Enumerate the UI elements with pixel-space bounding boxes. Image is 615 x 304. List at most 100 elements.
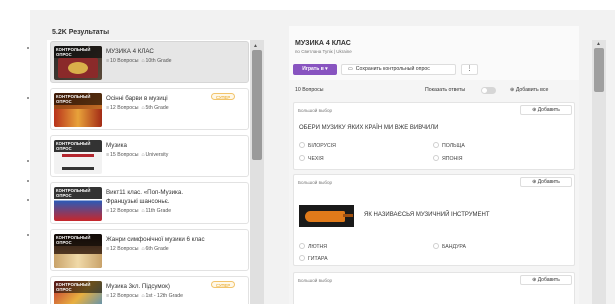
quiz-thumbnail: КОНТРОЛЬНЫЙ ОПРОС (54, 46, 102, 80)
result-card[interactable]: КОНТРОЛЬНЫЙ ОПРОС МУЗИКА 4 КЛАС ≡10 Вопр… (50, 41, 249, 83)
quiz-type-tag: КОНТРОЛЬНЫЙ ОПРОС (54, 46, 102, 58)
nav-dot[interactable] (27, 199, 29, 201)
answer-option: ГИТАРА (299, 255, 328, 262)
list-icon: ≡ (106, 152, 110, 158)
add-question-button[interactable]: ⊕ Добавить (520, 105, 572, 115)
question-text: ОБЕРИ МУЗИКУ ЯКИХ КРАЇН МИ ВЖЕ ВИВЧИЛИ (299, 125, 439, 131)
result-card[interactable]: КОНТРОЛЬНЫЙ ОПРОС Музика 3кл. Підсумок) … (50, 276, 249, 304)
nav-dot[interactable] (27, 47, 29, 49)
quiz-thumbnail: КОНТРОЛЬНЫЙ ОПРОС (54, 281, 102, 304)
option-label: БІЛОРУСІЯ (308, 143, 336, 149)
quiz-thumbnail: КОНТРОЛЬНЫЙ ОПРОС (54, 234, 102, 268)
result-card[interactable]: КОНТРОЛЬНЫЙ ОПРОС Викт11 клас. «Поп-Музи… (50, 182, 249, 224)
graduation-icon: ⌂ (141, 58, 145, 64)
card-title: Викт11 клас. «Поп-Музика. Французькі шан… (106, 189, 184, 205)
grade-level: 6th Grade (145, 246, 169, 252)
result-card[interactable]: КОНТРОЛЬНЫЙ ОПРОС Музика ≡15 Вопросы ⌂Un… (50, 135, 249, 177)
quiz-scrollbar-thumb[interactable] (594, 48, 604, 92)
add-all-label: Добавить все (515, 87, 549, 93)
plus-circle-icon: ⊕ (532, 179, 537, 185)
quiz-detail-panel: МУЗИКА 4 КЛАС по Светлана Тупік | Ukrain… (289, 26, 579, 304)
quiz-thumbnail: КОНТРОЛЬНЫЙ ОПРОС (54, 187, 102, 221)
graduation-icon: ⌂ (141, 105, 145, 111)
left-margin (0, 0, 30, 304)
answer-option: ЛЮТНЯ (299, 243, 327, 250)
result-card[interactable]: КОНТРОЛЬНЫЙ ОПРОС Жанри симфонічної музи… (50, 229, 249, 271)
grade-level: 11th Grade (145, 208, 172, 214)
card-meta: ≡12 Вопросы ⌂6th Grade (106, 246, 169, 252)
radio-icon (433, 155, 439, 161)
question-count: 10 Вопросы (110, 58, 139, 64)
question-toolbar: 10 Вопросы Показать ответы ⊕ Добавить вс… (289, 84, 579, 98)
quiz-thumbnail: КОНТРОЛЬНЫЙ ОПРОС (54, 93, 102, 127)
grade-level: University (145, 152, 169, 158)
card-meta: ≡15 Вопросы ⌂University (106, 152, 168, 158)
result-list: КОНТРОЛЬНЫЙ ОПРОС МУЗИКА 4 КЛАС ≡10 Вопр… (47, 40, 253, 304)
add-question-button[interactable]: ⊕ Добавить (520, 177, 572, 187)
quiz-thumbnail: КОНТРОЛЬНЫЙ ОПРОС (54, 140, 102, 174)
add-question-button[interactable]: ⊕ Добавить (520, 275, 572, 285)
save-quiz-button[interactable]: ▭ Сохранить контрольный опрос (341, 64, 456, 75)
nav-dot[interactable] (27, 97, 29, 99)
graduation-icon: ⌂ (141, 152, 145, 158)
radio-icon (299, 155, 305, 161)
add-question-label: Добавить (537, 107, 560, 113)
answer-option: ПОЛЬЩА (433, 142, 465, 149)
results-count: 5.2K Результаты (52, 29, 110, 36)
card-title: Осінні барви в музиці (106, 95, 168, 102)
question-image (299, 205, 354, 227)
grade-level: 10th Grade (145, 58, 172, 64)
grade-level: 1st - 12th Grade (145, 293, 184, 299)
question-count: 10 Вопросы (295, 87, 324, 93)
more-options-button[interactable]: ⋮ (461, 64, 478, 75)
play-button[interactable]: Играть в ▾ (293, 64, 337, 75)
graduation-icon: ⌂ (141, 246, 145, 252)
super-badge: СУПЕР (211, 93, 236, 100)
card-meta: ≡12 Вопросы ⌂11th Grade (106, 208, 171, 214)
answer-option: ЧЕХІЯ (299, 155, 324, 162)
option-label: ГИТАРА (308, 256, 328, 262)
grade-level: 5th Grade (145, 105, 169, 111)
radio-icon (299, 142, 305, 148)
add-question-label: Добавить (537, 179, 560, 185)
show-answers-label: Показать ответы (425, 87, 466, 93)
radio-icon (433, 142, 439, 148)
question-count: 15 Вопросы (110, 152, 139, 158)
add-all-button[interactable]: ⊕ Добавить все (510, 87, 548, 93)
folder-icon: ▭ (348, 66, 353, 72)
list-icon: ≡ (106, 208, 110, 214)
radio-icon (433, 243, 439, 249)
show-answers-toggle[interactable] (481, 87, 496, 94)
card-title: Музика 3кл. Підсумок) (106, 283, 170, 290)
question-card: Большой выбор ⊕ Добавить (293, 272, 575, 304)
super-badge: СУПЕР (211, 281, 236, 288)
nav-dot[interactable] (27, 160, 29, 162)
plus-circle-icon: ⊕ (532, 277, 537, 283)
quiz-type-tag: КОНТРОЛЬНЫЙ ОПРОС (54, 187, 102, 199)
option-label: ЛЮТНЯ (308, 244, 328, 250)
radio-icon (299, 255, 305, 261)
card-title: Музика (106, 142, 127, 149)
card-title: Жанри симфонічної музики 6 клас (106, 236, 205, 243)
nav-dot[interactable] (27, 234, 29, 236)
chevron-up-icon[interactable]: ▲ (596, 41, 601, 47)
question-text: ЯК НАЗИВАЄСЬЯ МУЗИЧНИЙ ІНСТРУМЕНТ (364, 212, 490, 218)
list-icon: ≡ (106, 293, 110, 299)
answer-option: БІЛОРУСІЯ (299, 142, 336, 149)
save-quiz-label: Сохранить контрольный опрос (355, 66, 430, 72)
nav-dot[interactable] (27, 180, 29, 182)
list-icon: ≡ (106, 246, 110, 252)
list-icon: ≡ (106, 105, 110, 111)
option-label: ПОЛЬЩА (442, 143, 465, 149)
question-count: 12 Вопросы (110, 293, 139, 299)
results-scrollbar-thumb[interactable] (252, 50, 262, 160)
card-meta: ≡10 Вопросы ⌂10th Grade (106, 58, 172, 64)
question-type: Большой выбор (298, 278, 333, 283)
card-meta: ≡12 Вопросы ⌂5th Grade (106, 105, 169, 111)
quiz-header: МУЗИКА 4 КЛАС по Светлана Тупік | Ukrain… (289, 26, 579, 80)
question-type: Большой выбор (298, 180, 333, 185)
question-type: Большой выбор (298, 108, 333, 113)
result-card[interactable]: КОНТРОЛЬНЫЙ ОПРОС Осінні барви в музиці … (50, 88, 249, 130)
quiz-type-tag: КОНТРОЛЬНЫЙ ОПРОС (54, 93, 102, 105)
chevron-up-icon[interactable]: ▲ (253, 43, 258, 49)
